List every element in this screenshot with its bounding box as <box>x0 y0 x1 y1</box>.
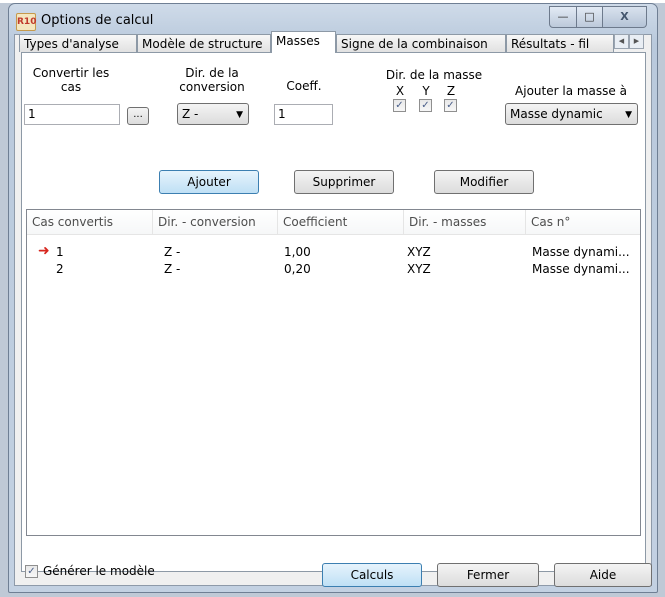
table-cell: Masse dynami... <box>532 262 630 276</box>
close-window-button[interactable]: X <box>603 6 647 28</box>
tab-scroll-left-icon[interactable]: ◀ <box>614 34 629 49</box>
conversion-direction-select[interactable]: Z - ▼ <box>177 103 249 125</box>
tab-masses[interactable]: Masses <box>271 31 336 53</box>
convert-cases-input[interactable]: 1 <box>24 104 120 125</box>
tab-modele-structure[interactable]: Modèle de structure <box>137 34 271 52</box>
mass-y-checkbox[interactable]: ✓ <box>419 99 432 112</box>
tab-bar: Types d'analyse Modèle de structure Mass… <box>14 31 654 53</box>
column-header-coefficient[interactable]: Coefficient <box>278 210 404 234</box>
axis-x-label: X <box>395 84 405 98</box>
modify-button[interactable]: Modifier <box>434 170 534 194</box>
options-dialog: R10 Options de calcul — □ X Types d'anal… <box>8 3 658 593</box>
add-button[interactable]: Ajouter <box>159 170 259 194</box>
column-header-cas-n[interactable]: Cas n° <box>526 210 640 234</box>
mass-x-checkbox[interactable]: ✓ <box>393 99 406 112</box>
coeff-input[interactable]: 1 <box>274 104 333 125</box>
generate-model-label: Générer le modèle <box>43 564 155 578</box>
app-icon: R10 <box>16 13 36 31</box>
column-header-dir-conversion[interactable]: Dir. - conversion <box>153 210 278 234</box>
table-cell: XYZ <box>407 262 431 276</box>
table-cell: 0,20 <box>284 262 311 276</box>
tab-resultats[interactable]: Résultats - fil <box>506 34 614 52</box>
table-cell: Z - <box>164 262 181 276</box>
axis-z-label: Z <box>446 84 456 98</box>
table-cell: Masse dynami... <box>532 245 630 259</box>
generate-model-checkbox[interactable]: ✓ <box>25 565 38 578</box>
chevron-down-icon: ▼ <box>625 110 632 120</box>
maximize-button[interactable]: □ <box>577 6 603 28</box>
add-mass-select[interactable]: Masse dynamic ▼ <box>505 103 638 125</box>
tab-signe-combinaison[interactable]: Signe de la combinaison <box>336 34 506 52</box>
window-title: Options de calcul <box>41 13 154 28</box>
browse-cases-button[interactable]: ... <box>127 107 149 125</box>
table-cell: 2 <box>56 262 64 276</box>
mass-z-checkbox[interactable]: ✓ <box>444 99 457 112</box>
window-controls: — □ X <box>549 6 647 28</box>
convert-cases-label: Convertir les cas <box>32 66 110 94</box>
add-mass-value: Masse dynamic <box>510 107 603 121</box>
table-cell: 1 <box>56 245 64 259</box>
table-cell: XYZ <box>407 245 431 259</box>
calculs-button[interactable]: Calculs <box>322 563 422 587</box>
tab-types-analyse[interactable]: Types d'analyse <box>19 34 137 52</box>
column-header-dir-masses[interactable]: Dir. - masses <box>404 210 526 234</box>
tab-scroll-right-icon[interactable]: ▶ <box>629 34 644 49</box>
conversion-direction-value: Z - <box>182 107 199 121</box>
conversion-direction-label: Dir. de la conversion <box>179 66 245 94</box>
table-header: Cas convertis Dir. - conversion Coeffici… <box>27 210 640 235</box>
minimize-button[interactable]: — <box>549 6 577 28</box>
coeff-label: Coeff. <box>286 79 322 93</box>
add-mass-label: Ajouter la masse à <box>515 84 627 98</box>
column-header-cas-convertis[interactable]: Cas convertis <box>27 210 153 234</box>
converted-cases-table[interactable]: Cas convertis Dir. - conversion Coeffici… <box>26 209 641 536</box>
fermer-button[interactable]: Fermer <box>437 563 539 587</box>
aide-button[interactable]: Aide <box>554 563 652 587</box>
current-row-arrow-icon: ➜ <box>38 243 50 259</box>
table-cell: Z - <box>164 245 181 259</box>
table-cell: 1,00 <box>284 245 311 259</box>
delete-button[interactable]: Supprimer <box>294 170 394 194</box>
tab-scroll: ◀ ▶ <box>614 34 644 49</box>
mass-direction-label: Dir. de la masse <box>385 68 483 82</box>
axis-y-label: Y <box>422 84 430 98</box>
chevron-down-icon: ▼ <box>236 110 243 120</box>
